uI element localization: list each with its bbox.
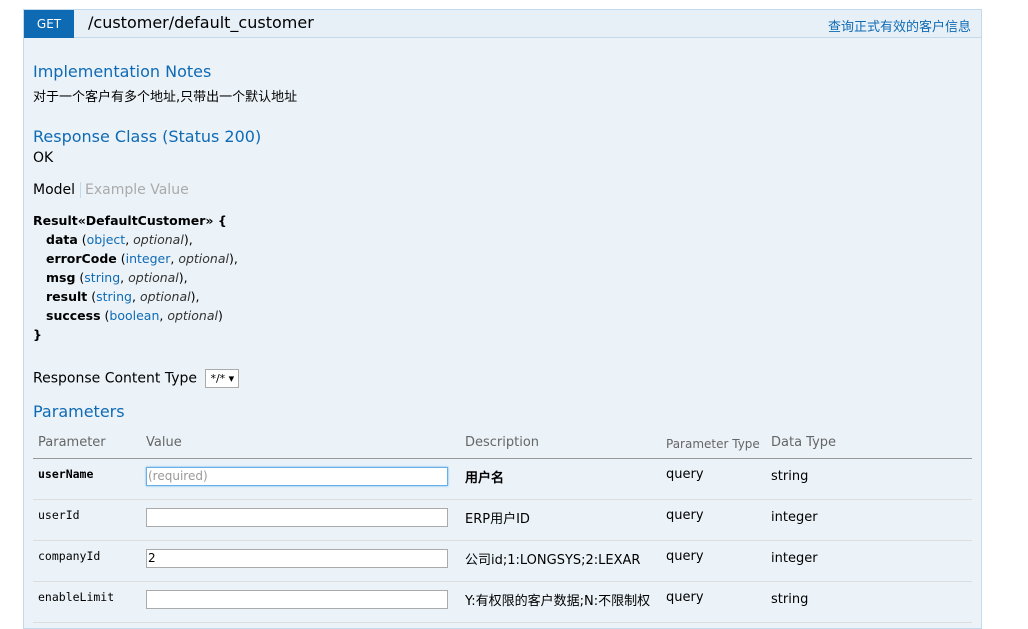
field-type: string [96,289,132,304]
field-optional: optional [128,270,179,285]
table-row: userName 用户名 query string [33,458,972,500]
model-field: success (boolean, optional) [46,308,223,323]
param-description: 公司id;1:LONGSYS;2:LEXAR [460,540,661,582]
implementation-notes-heading: Implementation Notes [33,62,212,81]
response-content-type: Response Content Type */* ▾ [33,369,240,388]
param-description: ERP用户ID [460,499,661,541]
http-method-badge[interactable]: GET [24,10,74,38]
parameters-table: Parameter Value Description Parameter Ty… [33,430,972,623]
model-field: errorCode (integer, optional), [46,251,238,266]
param-name: companyId [33,540,141,582]
field-type: boolean [109,308,160,323]
param-name: enableLimit [33,581,141,623]
param-data-type: string [766,581,972,623]
field-optional: optional [139,289,191,304]
field-type: object [86,232,126,247]
field-name: errorCode [46,251,117,266]
param-type: query [661,499,766,541]
param-type: query [661,540,766,582]
param-name: userName [33,458,141,500]
field-type: string [84,270,121,285]
param-description: Y:有权限的客户数据;N:不限制权 [460,581,661,623]
col-parameter: Parameter [33,430,141,459]
tab-model[interactable]: Model [33,182,82,198]
operation-panel: GET /customer/default_customer 查询正式有效的客户… [23,9,982,629]
userid-input[interactable] [146,507,448,527]
model-field: data (object, optional), [46,232,193,247]
model-title: Result«DefaultCustomer» { [33,213,227,228]
param-data-type: integer [766,499,972,541]
table-row: enableLimit Y:有权限的客户数据;N:不限制权 query stri… [33,581,972,623]
parameters-header-row: Parameter Value Description Parameter Ty… [33,430,972,459]
param-data-type: integer [766,540,972,582]
model-signature: Result«DefaultCustomer» { data (object, … [33,211,238,344]
param-value-cell [141,499,460,541]
field-optional: optional [167,308,218,323]
model-field: result (string, optional), [46,289,200,304]
response-content-type-label: Response Content Type [33,370,197,387]
field-name: success [46,308,101,323]
col-description: Description [460,430,661,459]
operation-summary-link[interactable]: 查询正式有效的客户信息 [828,16,971,35]
param-data-type: string [766,458,972,500]
table-row: companyId 公司id;1:LONGSYS;2:LEXAR query i… [33,540,972,582]
implementation-notes-text: 对于一个客户有多个地址,只带出一个默认地址 [33,90,298,105]
response-content-type-select[interactable]: */* ▾ [205,369,240,388]
operation-header[interactable]: GET /customer/default_customer 查询正式有效的客户… [24,10,981,38]
parameters-heading: Parameters [33,402,125,421]
enablelimit-input[interactable] [146,589,448,609]
param-value-cell [141,540,460,582]
param-value-cell [141,581,460,623]
model-field: msg (string, optional), [46,270,188,285]
model-tabs: Model Example Value [33,182,189,198]
field-optional: optional [178,251,229,266]
param-type: query [661,458,766,500]
col-parameter-type: Parameter Type [661,430,766,459]
field-name: result [46,289,88,304]
param-type: query [661,581,766,623]
table-row: userId ERP用户ID query integer [33,499,972,541]
field-name: msg [46,270,76,285]
param-value-cell [141,458,460,500]
field-name: data [46,232,78,247]
response-class-heading: Response Class (Status 200) [33,127,262,146]
param-description: 用户名 [460,458,661,500]
companyid-input[interactable] [146,548,448,568]
col-value: Value [141,430,460,459]
model-close: } [33,327,42,342]
field-optional: optional [133,232,184,247]
tab-example-value[interactable]: Example Value [81,182,189,198]
selected-option: */* [210,372,226,385]
response-status-text: OK [33,150,54,166]
col-data-type: Data Type [766,430,972,459]
chevron-down-icon: ▾ [228,372,235,385]
field-type: integer [125,251,171,266]
username-input[interactable] [146,466,448,486]
endpoint-path[interactable]: /customer/default_customer [88,13,314,32]
param-name: userId [33,499,141,541]
